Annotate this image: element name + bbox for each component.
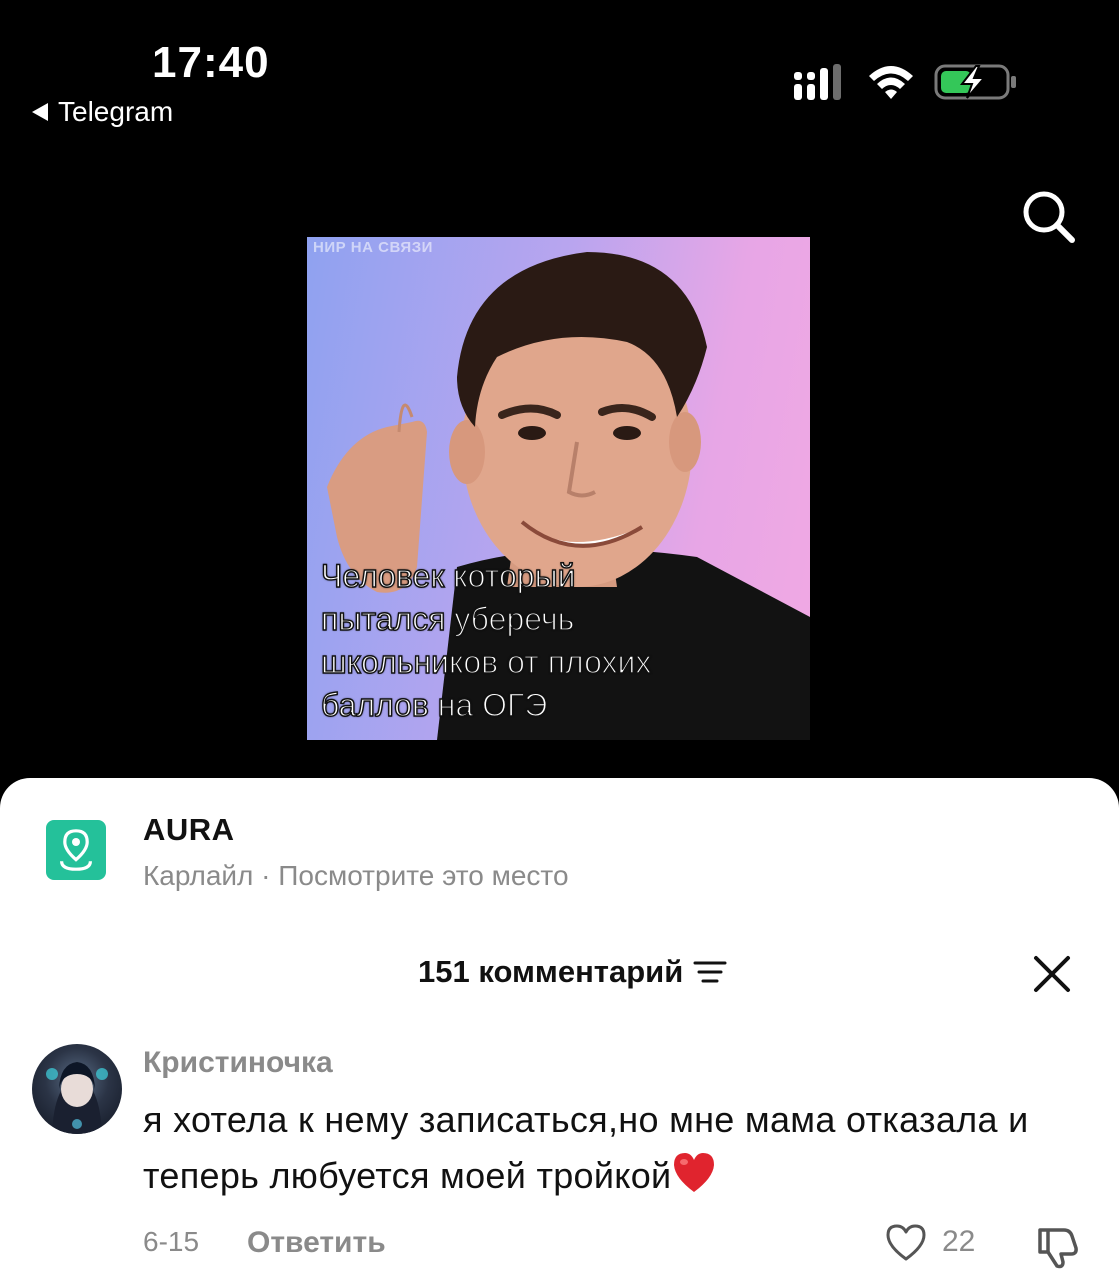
- like-button[interactable]: 22: [884, 1222, 975, 1262]
- back-triangle-icon: [32, 103, 48, 121]
- cellular-signal-icon: [794, 64, 841, 100]
- battery-charging-icon: [934, 64, 1016, 100]
- place-subtitle[interactable]: Карлайл · Посмотрите это место: [143, 860, 569, 892]
- search-icon[interactable]: [1018, 186, 1078, 246]
- comments-sheet: [0, 778, 1119, 1280]
- comment-author[interactable]: Кристиночка: [143, 1046, 333, 1080]
- status-time: 17:40: [152, 38, 270, 87]
- comment-text: я хотела к нему записаться,но мне мама о…: [143, 1092, 1103, 1204]
- video-caption: Человек который пытался уберечь школьник…: [320, 557, 652, 723]
- comment-date: 6-15: [143, 1226, 200, 1257]
- location-pin-icon[interactable]: [46, 820, 106, 880]
- red-heart-emoji: [674, 1153, 715, 1192]
- comment-text-body: я хотела к нему записаться,но мне мама о…: [143, 1099, 1029, 1196]
- video-thumbnail[interactable]: НИР НА СВЯЗИ Человек который пытался убе…: [307, 237, 810, 740]
- comments-count-label: 151 комментарий: [418, 954, 684, 989]
- back-app-label: Telegram: [58, 96, 174, 127]
- avatar-illustration: [46, 1062, 108, 1134]
- avatar[interactable]: [32, 1044, 122, 1134]
- location-pin-glyph: [60, 829, 92, 871]
- like-count: 22: [942, 1225, 976, 1258]
- close-icon[interactable]: [1032, 954, 1072, 994]
- wifi-icon: [869, 66, 913, 99]
- back-to-app-link[interactable]: Telegram: [32, 96, 173, 128]
- filter-lines-icon[interactable]: [693, 958, 727, 986]
- comments-count-header[interactable]: 151 комментарий: [418, 954, 727, 990]
- reply-button[interactable]: Ответить: [247, 1226, 386, 1260]
- heart-outline-icon[interactable]: [884, 1222, 928, 1262]
- thumbs-down-icon[interactable]: [1034, 1222, 1082, 1270]
- place-title[interactable]: AURA: [143, 812, 235, 848]
